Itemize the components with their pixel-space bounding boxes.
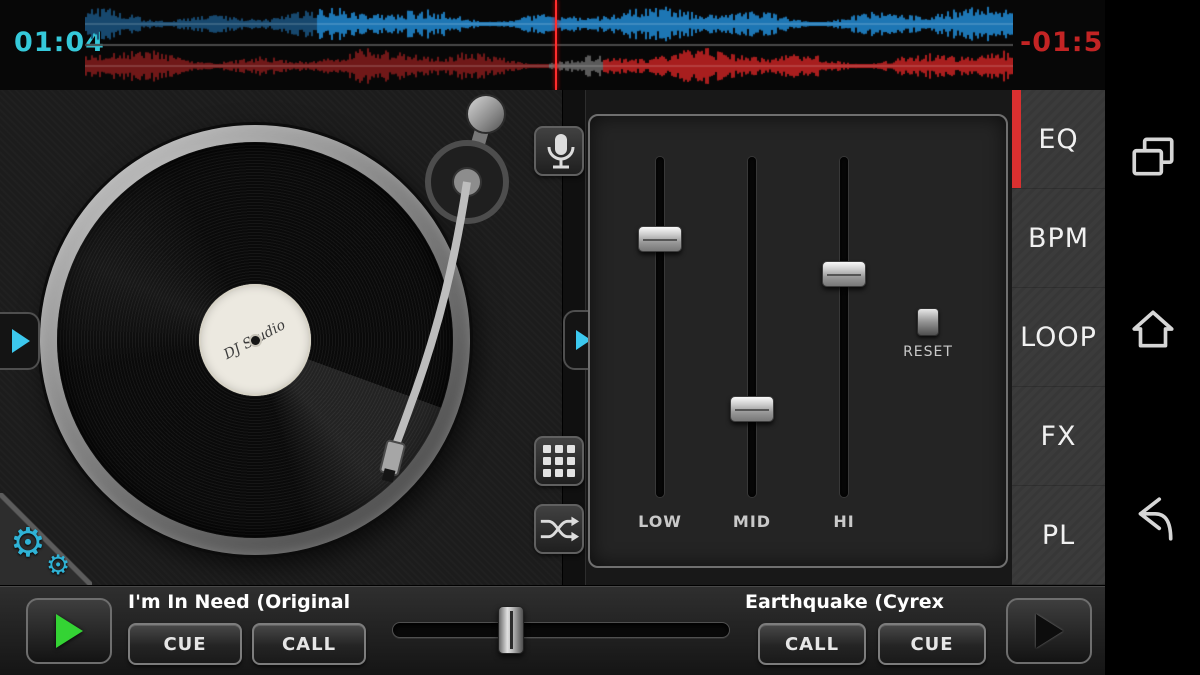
vinyl-record: DJ Studio (57, 142, 453, 538)
deck-b-play-button[interactable] (1006, 598, 1092, 664)
low-label: LOW (630, 512, 690, 531)
recent-apps-icon (1128, 132, 1178, 182)
slider-knob[interactable] (730, 396, 774, 422)
android-nav-bar (1105, 0, 1200, 675)
playhead (555, 0, 557, 90)
microphone-icon (539, 129, 579, 173)
slider-track (748, 157, 756, 497)
spindle (251, 336, 260, 345)
slider-track (656, 157, 664, 497)
shuffle-icon (537, 509, 581, 549)
play-icon (1036, 614, 1063, 648)
recent-apps-button[interactable] (1128, 132, 1178, 182)
deck-a-play-button[interactable] (26, 598, 112, 664)
settings-gear-icon[interactable]: ⚙ (10, 523, 46, 563)
play-icon (12, 329, 30, 353)
tab-label: EQ (1038, 124, 1078, 155)
eq-slider-low[interactable] (638, 157, 682, 497)
home-icon (1128, 304, 1178, 354)
record-label: DJ Studio (199, 284, 311, 396)
slider-knob[interactable] (638, 226, 682, 252)
back-button[interactable] (1128, 494, 1178, 544)
play-icon (56, 614, 83, 648)
slider-track (840, 157, 848, 497)
tab-label: PL (1042, 520, 1075, 551)
waveform-bar: 01:04 -01:56 (0, 0, 1200, 90)
vinyl-platter[interactable]: DJ Studio (40, 125, 470, 555)
settings-gear-icon-small[interactable]: ⚙ (46, 552, 70, 579)
home-button[interactable] (1128, 304, 1178, 354)
grid-icon (539, 441, 579, 481)
deck-b-cue-button[interactable]: CUE (878, 623, 986, 665)
back-icon (1128, 494, 1178, 544)
shuffle-button[interactable] (534, 504, 584, 554)
turntable-deck: DJ Studio (0, 90, 562, 585)
tab-label: FX (1040, 421, 1076, 452)
mid-label: MID (722, 512, 782, 531)
deck-a-track-title: I'm In Need (Original (128, 591, 350, 613)
tab-loop[interactable]: LOOP (1012, 288, 1105, 387)
crossfader-track[interactable] (392, 622, 730, 638)
eq-slider-hi[interactable] (822, 157, 866, 497)
deck-a-cue-button[interactable]: CUE (128, 623, 242, 665)
transport-bar: I'm In Need (Original CUE CALL Earthquak… (0, 585, 1105, 675)
crossfader-handle[interactable] (498, 606, 524, 654)
reset-button[interactable] (917, 308, 939, 336)
deck-side-play-button[interactable] (0, 312, 40, 370)
dj-studio-app: 01:04 -01:56 DJ Studio (0, 0, 1200, 675)
hi-label: HI (814, 512, 874, 531)
reset-label: RESET (880, 344, 976, 360)
right-tab-bar: EQ BPM LOOP FX PL (1012, 90, 1105, 585)
deck-b-call-button[interactable]: CALL (758, 623, 866, 665)
tab-fx[interactable]: FX (1012, 387, 1105, 486)
deck-a-call-button[interactable]: CALL (252, 623, 366, 665)
tab-label: BPM (1028, 223, 1089, 254)
tab-bpm[interactable]: BPM (1012, 189, 1105, 288)
tab-pl[interactable]: PL (1012, 486, 1105, 585)
slider-knob[interactable] (822, 261, 866, 287)
deck-b-track-title: Earthquake (Cyrex (745, 591, 944, 613)
mic-button[interactable] (534, 126, 584, 176)
eq-panel: LOW MID HI RESET (588, 114, 1008, 568)
eq-slider-mid[interactable] (730, 157, 774, 497)
waveform-canvas[interactable] (85, 3, 1013, 87)
sampler-grid-button[interactable] (534, 436, 584, 486)
tab-label: LOOP (1020, 322, 1097, 353)
tab-eq[interactable]: EQ (1012, 90, 1105, 189)
